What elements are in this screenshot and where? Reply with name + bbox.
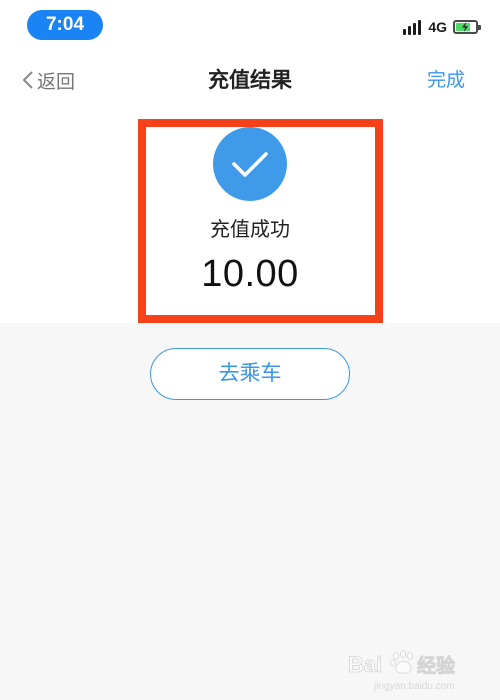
done-button[interactable]: 完成 [427,64,465,96]
checkmark-icon [232,152,268,177]
signal-icon [403,19,425,35]
back-label: 返回 [37,70,76,93]
back-button[interactable]: 返回 [22,64,75,96]
result-status-text: 充值成功 [210,217,290,241]
svg-text:jingyan.baidu.com: jingyan.baidu.com [373,681,455,692]
status-time: 7:04 [27,10,103,40]
svg-text:Bai: Bai [348,652,382,677]
baidu-jingyan-watermark: Bai 经验 jingyan.baidu.com [348,650,456,692]
success-check-badge [213,127,287,201]
charging-bolt-icon [462,22,468,32]
network-label: 4G [428,19,447,35]
recharge-amount: 10.00 [201,253,299,295]
battery-icon [453,20,481,34]
go-ride-button[interactable]: 去乘车 [150,348,350,400]
svg-text:经验: 经验 [417,654,456,677]
chevron-left-icon [22,71,33,89]
status-indicators: 4G [403,17,481,37]
